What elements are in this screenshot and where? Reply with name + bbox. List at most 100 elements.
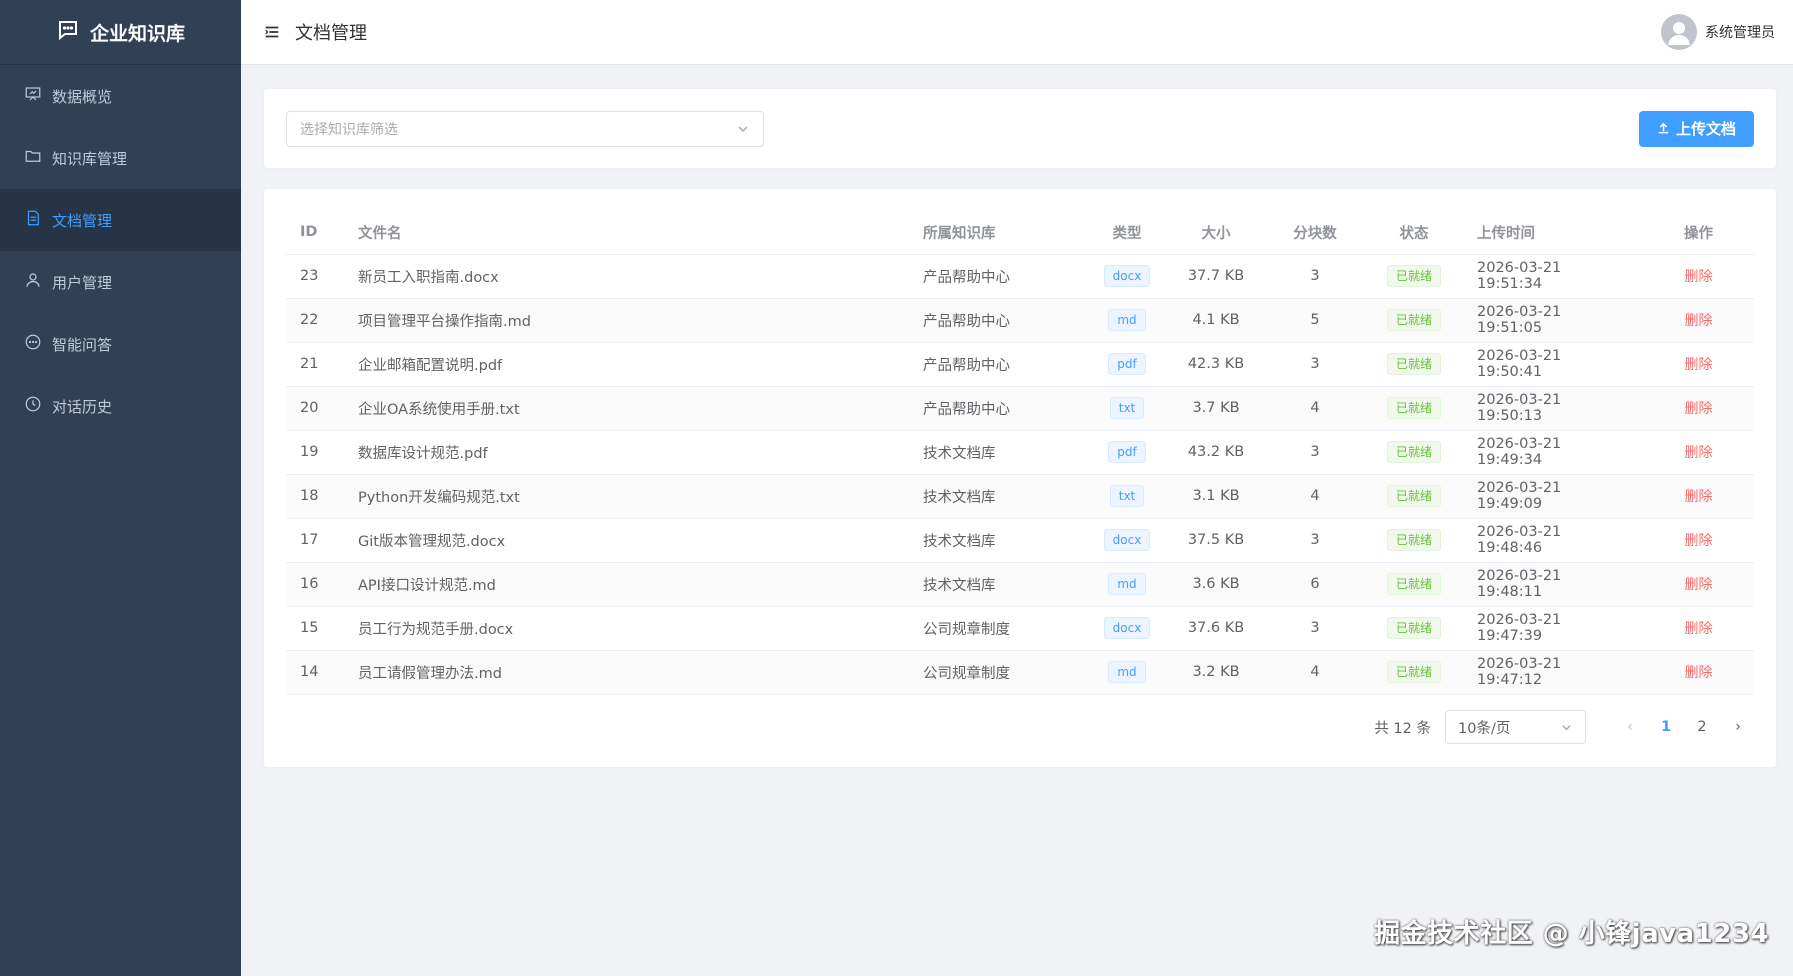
cell-status: 已就绪: [1365, 430, 1463, 475]
page-size-select[interactable]: 10条/页: [1445, 710, 1586, 744]
cell-upload-time: 2026-03-21 19:49:34: [1463, 430, 1643, 475]
cell-filename: Python开发编码规范.txt: [344, 474, 909, 519]
cell-knowledge-base: 公司规章制度: [909, 650, 1087, 695]
total-count: 共 12 条: [1374, 720, 1431, 737]
sidebar-item-history[interactable]: 对话历史: [0, 375, 241, 437]
status-badge: 已就绪: [1386, 661, 1441, 683]
presentation-icon: [24, 85, 42, 107]
cell-id: 18: [286, 474, 344, 519]
cell-upload-time: 2026-03-21 19:49:09: [1463, 474, 1643, 519]
folder-icon: [24, 147, 42, 169]
table-row: 21 企业邮箱配置说明.pdf 产品帮助中心 pdf 42.3 KB 3 已就绪 2026-0…: [286, 342, 1754, 387]
cell-status: 已就绪: [1365, 386, 1463, 431]
cell-id: 19: [286, 430, 344, 475]
sidebar-item-smart-qa[interactable]: 智能问答: [0, 313, 241, 375]
select-placeholder: 选择知识库筛选: [300, 121, 398, 138]
cell-id: 16: [286, 562, 344, 607]
sidebar-item-label: 用户管理: [52, 273, 113, 292]
delete-button[interactable]: 删除: [1685, 445, 1713, 461]
cell-actions: 删除: [1643, 562, 1754, 607]
delete-button[interactable]: 删除: [1685, 313, 1713, 329]
cell-chunks: 3: [1265, 606, 1365, 651]
cell-filename: 数据库设计规范.pdf: [344, 430, 909, 475]
prev-page-icon[interactable]: ‹: [1614, 713, 1646, 741]
cell-filename: Git版本管理规范.docx: [344, 518, 909, 563]
cell-filename: 员工请假管理办法.md: [344, 650, 909, 695]
status-badge: 已就绪: [1386, 617, 1441, 639]
cell-id: 22: [286, 298, 344, 343]
upload-label: 上传文档: [1675, 120, 1736, 138]
delete-button[interactable]: 删除: [1685, 621, 1713, 637]
cell-status: 已就绪: [1365, 650, 1463, 695]
cell-size: 3.6 KB: [1167, 562, 1265, 607]
chevron-down-icon: [1560, 721, 1573, 734]
status-badge: 已就绪: [1386, 441, 1441, 463]
cell-knowledge-base: 产品帮助中心: [909, 342, 1087, 387]
page-1-button[interactable]: 1: [1650, 713, 1682, 741]
cell-chunks: 6: [1265, 562, 1365, 607]
cell-chunks: 3: [1265, 254, 1365, 299]
knowledge-base-select[interactable]: 选择知识库筛选: [286, 110, 764, 147]
delete-button[interactable]: 删除: [1685, 577, 1713, 593]
cell-size: 3.7 KB: [1167, 386, 1265, 431]
page-2-button[interactable]: 2: [1686, 713, 1718, 741]
column-header-size: 大小: [1167, 211, 1265, 255]
sidebar-item-label: 数据概览: [52, 87, 113, 106]
app-title: 企业知识库: [89, 22, 185, 45]
type-tag: docx: [1103, 529, 1151, 551]
cell-status: 已就绪: [1365, 562, 1463, 607]
cell-size: 4.1 KB: [1167, 298, 1265, 343]
next-page-icon[interactable]: ›: [1722, 713, 1754, 741]
delete-button[interactable]: 删除: [1685, 357, 1713, 373]
watermark: 掘金技术社区 @ 小锋java1234: [1374, 919, 1769, 949]
sidebar-item-documents[interactable]: 文档管理: [0, 189, 241, 251]
sidebar-item-knowledge-base[interactable]: 知识库管理: [0, 127, 241, 189]
cell-upload-time: 2026-03-21 19:48:11: [1463, 562, 1643, 607]
cell-actions: 删除: [1643, 474, 1754, 519]
cell-type: pdf: [1087, 342, 1167, 387]
top-header: 文档管理 系统管理员: [241, 0, 1793, 65]
menu-fold-icon[interactable]: [263, 22, 283, 42]
filter-bar: 选择知识库筛选 上传文档: [263, 88, 1777, 169]
status-badge: 已就绪: [1386, 265, 1441, 287]
cell-knowledge-base: 产品帮助中心: [909, 386, 1087, 431]
type-tag: md: [1108, 309, 1146, 331]
cell-knowledge-base: 技术文档库: [909, 474, 1087, 519]
column-header-actions: 操作: [1643, 211, 1754, 255]
cell-actions: 删除: [1643, 298, 1754, 343]
cell-filename: 企业邮箱配置说明.pdf: [344, 342, 909, 387]
cell-actions: 删除: [1643, 254, 1754, 299]
table-header-row: ID 文件名 所属知识库 类型 大小 分块数 状态 上传时间 操作: [286, 211, 1754, 255]
cell-type: txt: [1087, 474, 1167, 519]
type-tag: docx: [1103, 265, 1151, 287]
column-header-knowledge-base: 所属知识库: [909, 211, 1087, 255]
upload-document-button[interactable]: 上传文档: [1638, 110, 1754, 147]
cell-upload-time: 2026-03-21 19:51:05: [1463, 298, 1643, 343]
sidebar-item-dashboard[interactable]: 数据概览: [0, 65, 241, 127]
cell-filename: API接口设计规范.md: [344, 562, 909, 607]
cell-knowledge-base: 技术文档库: [909, 430, 1087, 475]
user-name[interactable]: 系统管理员: [1705, 22, 1775, 42]
delete-button[interactable]: 删除: [1685, 489, 1713, 505]
cell-actions: 删除: [1643, 606, 1754, 651]
cell-type: md: [1087, 650, 1167, 695]
app-logo[interactable]: 企业知识库: [0, 0, 241, 65]
sidebar-item-label: 智能问答: [52, 335, 113, 354]
cell-upload-time: 2026-03-21 19:47:12: [1463, 650, 1643, 695]
delete-button[interactable]: 删除: [1685, 269, 1713, 285]
delete-button[interactable]: 删除: [1685, 401, 1713, 417]
cell-status: 已就绪: [1365, 254, 1463, 299]
delete-button[interactable]: 删除: [1685, 665, 1713, 681]
chat-icon: [24, 333, 42, 355]
cell-type: docx: [1087, 606, 1167, 651]
sidebar-item-users[interactable]: 用户管理: [0, 251, 241, 313]
type-tag: docx: [1103, 617, 1151, 639]
cell-type: docx: [1087, 254, 1167, 299]
cell-knowledge-base: 产品帮助中心: [909, 254, 1087, 299]
delete-button[interactable]: 删除: [1685, 533, 1713, 549]
cell-size: 37.6 KB: [1167, 606, 1265, 651]
user-menu[interactable]: 系统管理员: [1661, 14, 1775, 50]
upload-icon: [1657, 120, 1670, 138]
avatar[interactable]: [1661, 14, 1697, 50]
cell-status: 已就绪: [1365, 298, 1463, 343]
